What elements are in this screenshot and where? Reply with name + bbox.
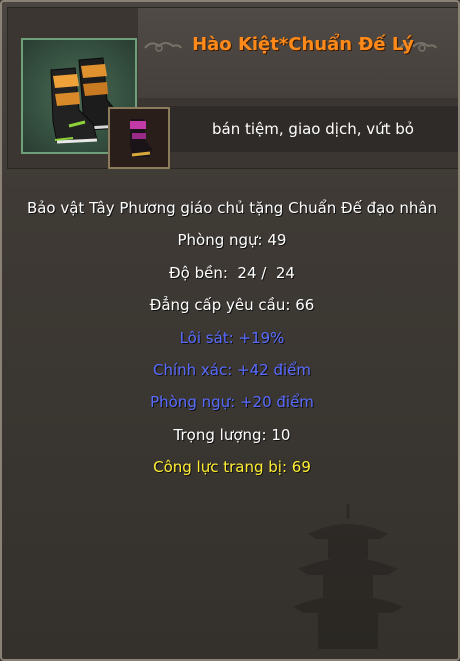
boots-small-icon (130, 119, 152, 157)
stat-level-requirement: Đẳng cấp yêu cầu: 66 (149, 296, 315, 315)
item-small-icon-frame[interactable] (108, 107, 170, 169)
item-description: Bảo vật Tây Phương giáo chủ tặng Chuẩn Đ… (26, 199, 438, 217)
item-actions[interactable]: bán tiệm, giao dịch, vứt bỏ (168, 106, 458, 152)
stat-accuracy: Chính xác: +42 điểm (152, 360, 312, 379)
tooltip-header: Hào Kiệt*Chuẩn Đế Lý bán tiệm, giao dịch… (7, 7, 458, 169)
action-bar: bán tiệm, giao dịch, vứt bỏ (168, 106, 458, 152)
pagoda-watermark-icon (293, 504, 403, 649)
item-name: Hào Kiệt*Chuẩn Đế Lý (192, 34, 414, 55)
item-stats: Bảo vật Tây Phương giáo chủ tặng Chuẩn Đ… (2, 192, 458, 484)
stat-durability: Độ bền: 24 / 24 (169, 263, 295, 282)
stat-defense: Phòng ngự: 49 (177, 231, 287, 250)
stat-defense-bonus: Phòng ngự: +20 điểm (150, 393, 314, 412)
stat-lightning-damage: Lôi sát: +19% (179, 328, 285, 347)
stat-weight: Trọng lượng: 10 (173, 425, 291, 444)
item-tooltip: Hào Kiệt*Chuẩn Đế Lý bán tiệm, giao dịch… (0, 0, 460, 661)
stat-equipment-power: Công lực trang bị: 69 (153, 458, 311, 477)
